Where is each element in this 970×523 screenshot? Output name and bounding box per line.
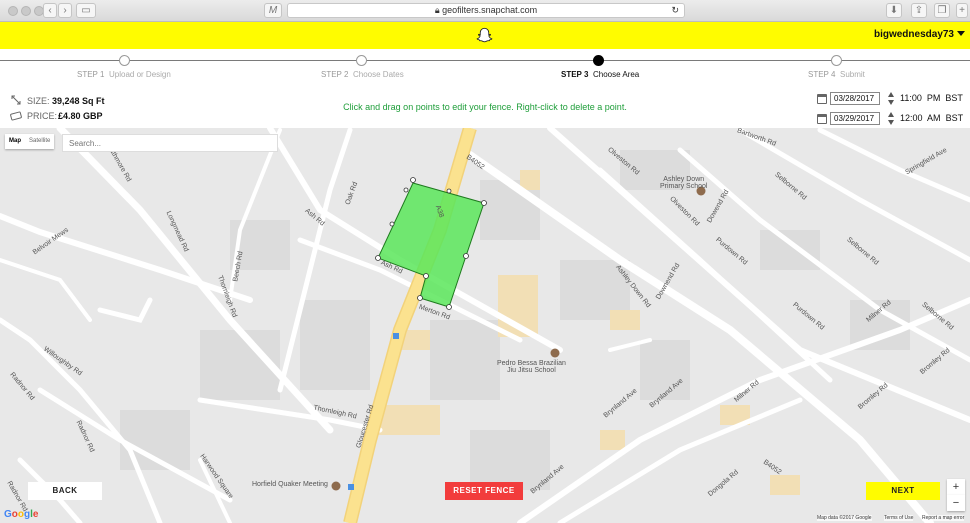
step-2-label[interactable]: Choose Dates: [353, 70, 404, 79]
step-1-label[interactable]: Upload or Design: [109, 70, 171, 79]
calendar-icon[interactable]: [817, 94, 827, 104]
sidebar-icon[interactable]: ▭: [76, 3, 96, 18]
map-label-horfield-quaker: Horfield Quaker Meeting: [252, 481, 328, 488]
share-icon[interactable]: ⇪: [911, 3, 927, 18]
download-icon[interactable]: ⬇: [886, 3, 902, 18]
terms-link[interactable]: Terms of Use: [884, 515, 914, 521]
map-type-toggle[interactable]: Map Satellite: [5, 134, 55, 149]
zoom-in-button[interactable]: +: [947, 479, 965, 495]
new-tab-icon[interactable]: +: [956, 3, 968, 18]
tabs-icon[interactable]: ❐: [934, 3, 950, 18]
report-map-error-link[interactable]: Report a map error: [922, 515, 965, 521]
end-date-input[interactable]: 03/29/2017: [830, 112, 880, 125]
google-logo: Google: [4, 509, 39, 520]
end-timezone: BST: [945, 113, 964, 123]
reader-icon[interactable]: M: [264, 3, 282, 18]
reload-icon[interactable]: ↻: [671, 4, 679, 17]
start-timezone: BST: [945, 93, 963, 103]
step-4-dot: [831, 55, 842, 66]
forward-arrow-icon[interactable]: ›: [58, 3, 72, 18]
zoom-out-button[interactable]: −: [947, 495, 965, 511]
step-4-label[interactable]: Submit: [840, 70, 865, 79]
calendar-icon[interactable]: [817, 114, 827, 124]
back-arrow-icon[interactable]: ‹: [43, 3, 57, 18]
map-canvas[interactable]: Ashley Down Primary School Pedro Bessa B…: [0, 128, 970, 523]
browser-toolbar: ‹ › ▭ M 🔒︎ geofilters.snapchat.com ↻ ⬇ ⇪…: [0, 0, 970, 22]
end-time-value: 12:00: [900, 113, 923, 123]
map-label-pedro-bessa: Pedro Bessa Brazilian Jiu Jitsu School: [497, 360, 566, 374]
start-ampm: PM: [926, 93, 941, 103]
time-stepper-icon[interactable]: [888, 92, 894, 105]
progress-track: [0, 60, 970, 61]
end-ampm: AM: [927, 113, 941, 123]
snapchat-ghost-icon[interactable]: [476, 27, 493, 44]
minimize-window-button[interactable]: [21, 6, 31, 16]
lock-icon: 🔒︎: [434, 5, 440, 15]
start-time-value: 11:00: [900, 93, 922, 103]
step-3-label[interactable]: Choose Area: [593, 70, 639, 79]
map-label-ashley-down-school: Ashley Down Primary School: [660, 176, 708, 190]
step-3-dot: [593, 55, 604, 66]
step-1-dot: [119, 55, 130, 66]
map-data-attribution: Map data ©2017 Google: [817, 515, 872, 521]
price-label: PRICE:: [27, 111, 58, 121]
map-type-map[interactable]: Map: [5, 134, 25, 149]
map-search-input[interactable]: [62, 134, 278, 152]
address-bar[interactable]: 🔒︎ geofilters.snapchat.com ↻: [287, 3, 685, 18]
start-date-input[interactable]: 03/28/2017: [830, 92, 880, 105]
start-time[interactable]: 11:00 PM BST: [900, 93, 963, 103]
reset-fence-button[interactable]: RESET FENCE: [445, 482, 523, 500]
end-time[interactable]: 12:00 AM BST: [900, 113, 963, 123]
time-stepper-icon[interactable]: [888, 112, 894, 125]
back-button[interactable]: BACK: [28, 482, 102, 500]
map-type-satellite[interactable]: Satellite: [25, 134, 54, 149]
url-text: geofilters.snapchat.com: [442, 5, 538, 15]
next-button[interactable]: NEXT: [866, 482, 940, 500]
money-icon: [10, 111, 22, 121]
username-menu[interactable]: bigwednesday73: [874, 29, 954, 40]
step-1-number: STEP 1: [77, 70, 105, 79]
close-window-button[interactable]: [8, 6, 18, 16]
price-value: £4.80 GBP: [58, 111, 103, 121]
step-4-number: STEP 4: [808, 70, 836, 79]
step-2-dot: [356, 55, 367, 66]
step-3-number: STEP 3: [561, 70, 589, 79]
step-2-number: STEP 2: [321, 70, 349, 79]
chevron-down-icon[interactable]: [957, 31, 965, 36]
